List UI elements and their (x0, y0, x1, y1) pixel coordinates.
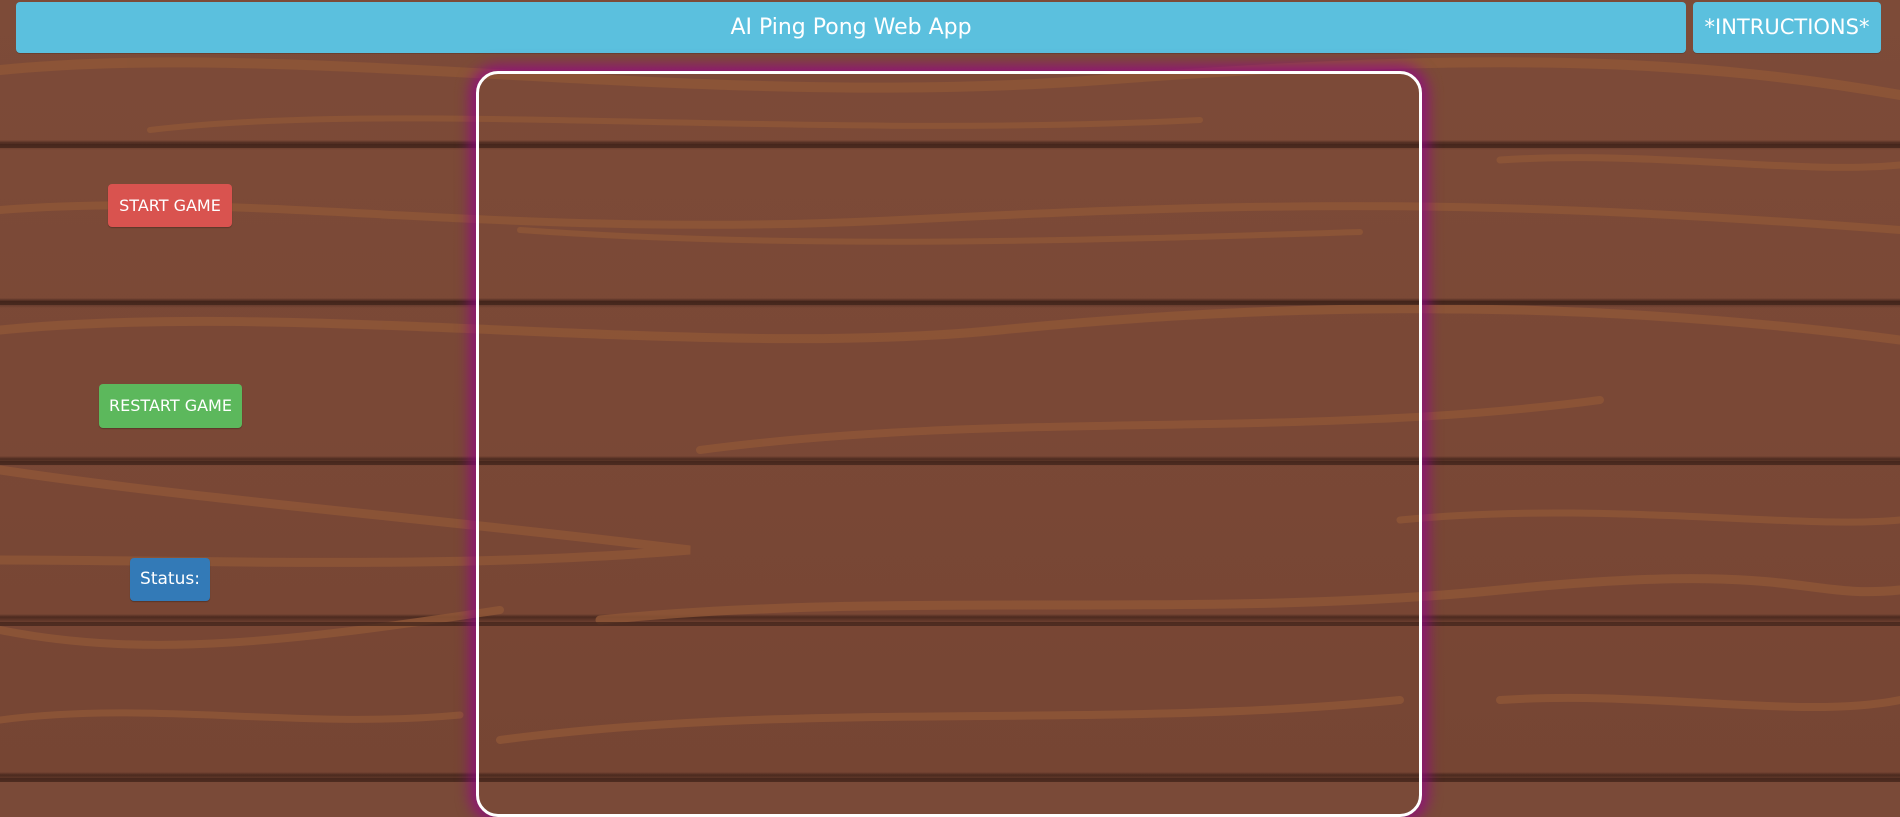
page-title: AI Ping Pong Web App (16, 2, 1686, 53)
restart-game-button[interactable]: RESTART GAME (99, 384, 242, 428)
start-game-button[interactable]: START GAME (108, 184, 232, 227)
instructions-button[interactable]: *INTRUCTIONS* (1693, 2, 1881, 53)
status-button[interactable]: Status: (130, 558, 210, 601)
game-canvas[interactable] (476, 71, 1422, 817)
